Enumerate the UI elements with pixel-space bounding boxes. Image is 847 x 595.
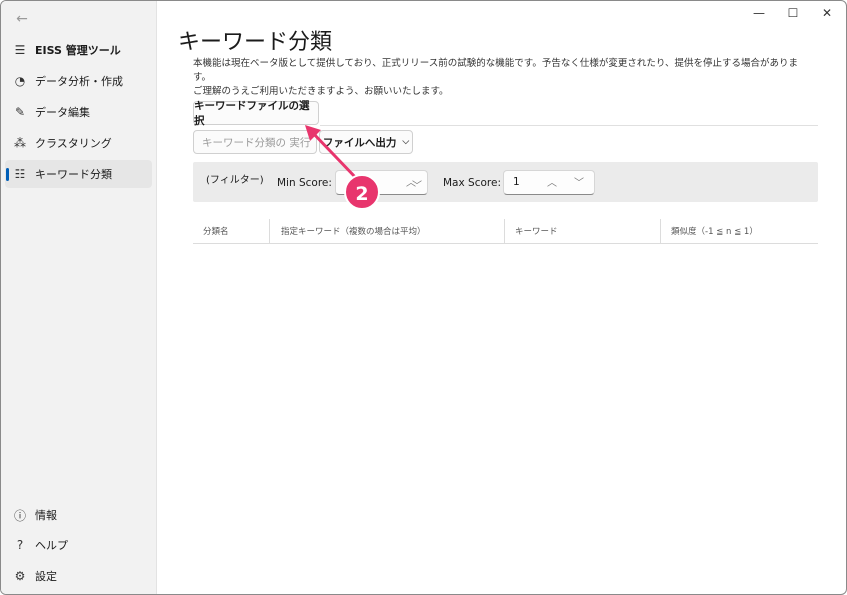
back-arrow-icon[interactable]: ← [11,9,33,29]
page-title: キーワード分類 [178,30,333,55]
sidebar-item-label: キーワード分類 [35,168,112,181]
help-icon: ? [16,538,24,552]
gear-icon: ⚙ [14,569,26,583]
sidebar-item-data-edit[interactable]: ✎ データ編集 [5,98,152,126]
step-badge: 2 [344,174,380,210]
sidebar-item-label: 設定 [35,570,57,583]
divider [320,125,818,126]
max-score-input[interactable]: 1 ︿ ﹀ [503,170,595,195]
chevron-up-icon[interactable]: ︿ [547,174,557,189]
cluster-icon: ⁂ [14,136,26,150]
beta-notice: 本機能は現在ベータ版として提供しており、正式リリース前の試験的な機能です。予告な… [193,57,813,99]
hamburger-icon: ☰ [14,43,26,57]
sidebar-item-label: 情報 [35,509,57,522]
filter-label: (フィルター) [206,175,264,186]
chevron-down-icon[interactable]: ﹀ [574,174,584,189]
column-header-similarity[interactable]: 類似度（-1 ≦ n ≦ 1） [671,225,758,237]
pencil-icon: ✎ [14,105,26,119]
app-title: EISS 管理ツール [35,44,121,57]
results-table-header: 分類名 指定キーワード（複数の場合は平均） キーワード 類似度（-1 ≦ n ≦… [193,219,818,244]
app-window: ← ☰ EISS 管理ツール ◔ データ分析・作成 ✎ データ編集 ⁂ クラスタ… [0,0,847,595]
sidebar-item-info[interactable]: ⓘ 情報 [5,501,152,529]
sidebar-item-label: データ分析・作成 [35,75,123,88]
sidebar-item-label: データ編集 [35,106,90,119]
sidebar-item-label: ヘルプ [35,539,68,552]
chevron-down-icon: ⌵ [402,137,410,147]
sidebar-item-label: クラスタリング [35,137,112,150]
pie-chart-icon: ◔ [14,74,26,88]
max-score-label: Max Score: [443,177,501,189]
beta-notice-line: ご理解のうえご利用いただきますよう、お願いいたします。 [193,86,449,97]
column-separator [269,219,270,243]
close-icon[interactable]: ✕ [812,3,842,23]
column-header-target-keyword[interactable]: 指定キーワード（複数の場合は平均） [281,225,426,237]
info-icon: ⓘ [13,508,26,523]
column-separator [504,219,505,243]
beta-notice-line: 本機能は現在ベータ版として提供しており、正式リリース前の試験的な機能です。予告な… [193,58,798,83]
sidebar-item-keyword-classification[interactable]: ☷ キーワード分類 [5,160,152,188]
sidebar-item-data-analysis[interactable]: ◔ データ分析・作成 [5,67,152,95]
sidebar-item-settings[interactable]: ⚙ 設定 [5,562,152,590]
maximize-icon[interactable]: ☐ [778,3,808,23]
sidebar-item-clustering[interactable]: ⁂ クラスタリング [5,129,152,157]
column-separator [660,219,661,243]
sidebar-item-help[interactable]: ? ヘルプ [5,531,152,559]
column-header-category[interactable]: 分類名 [203,225,229,237]
menu-toggle[interactable]: ☰ EISS 管理ツール [5,36,152,64]
column-header-keyword[interactable]: キーワード [515,225,558,237]
minimize-icon[interactable]: — [744,3,774,23]
sidebar: ← ☰ EISS 管理ツール ◔ データ分析・作成 ✎ データ編集 ⁂ クラスタ… [1,1,157,594]
chevron-down-icon[interactable]: ﹀ [412,177,422,192]
max-score-value: 1 [513,176,520,188]
list-icon: ☷ [14,167,26,181]
